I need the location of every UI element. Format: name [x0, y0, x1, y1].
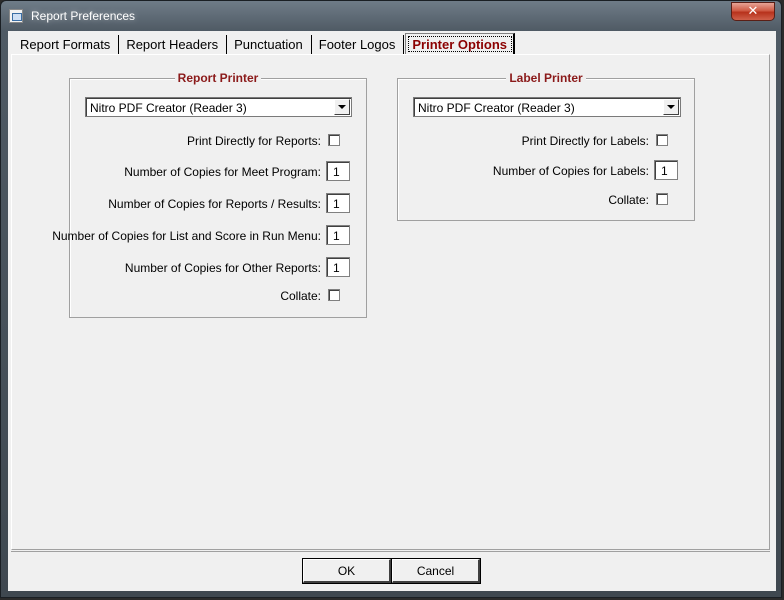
copies-reports-results-input[interactable]: 1: [326, 193, 350, 213]
tab-report-headers[interactable]: Report Headers: [120, 35, 228, 55]
print-directly-labels-checkbox[interactable]: [656, 134, 668, 146]
dialog-client-area: Report Formats Report Headers Punctuatio…: [8, 31, 776, 591]
collate-labels-checkbox[interactable]: [656, 193, 668, 205]
label-printer-select[interactable]: Nitro PDF Creator (Reader 3): [413, 97, 681, 117]
tab-report-formats[interactable]: Report Formats: [14, 35, 120, 55]
copies-labels-input[interactable]: 1: [654, 160, 678, 180]
copies-meet-program-input[interactable]: 1: [326, 161, 350, 181]
tab-footer-logos[interactable]: Footer Logos: [313, 35, 405, 55]
dropdown-arrow-icon[interactable]: [663, 99, 679, 115]
window-app-icon: [9, 9, 23, 23]
report-printer-select[interactable]: Nitro PDF Creator (Reader 3): [85, 97, 352, 117]
title-bar[interactable]: Report Preferences ✕: [1, 1, 781, 31]
dialog-button-bar: OK Cancel: [11, 551, 770, 587]
print-directly-reports-label: Print Directly for Reports:: [186, 134, 321, 148]
collate-reports-checkbox[interactable]: [328, 289, 340, 301]
close-button[interactable]: ✕: [731, 2, 775, 21]
copies-list-score-input[interactable]: 1: [326, 225, 350, 245]
ok-button[interactable]: OK: [303, 559, 391, 583]
copies-other-reports-input[interactable]: 1: [326, 257, 350, 277]
window-title: Report Preferences: [31, 9, 136, 23]
label-printer-value: Nitro PDF Creator (Reader 3): [418, 101, 575, 115]
collate-labels-label: Collate:: [608, 193, 649, 207]
copies-other-reports-label: Number of Copies for Other Reports:: [124, 261, 321, 275]
tab-punctuation[interactable]: Punctuation: [228, 35, 312, 55]
dropdown-arrow-icon[interactable]: [334, 99, 350, 115]
copies-labels-label: Number of Copies for Labels:: [492, 164, 649, 178]
report-printer-group: Report Printer Nitro PDF Creator (Reader…: [52, 71, 367, 318]
print-directly-reports-checkbox[interactable]: [328, 134, 340, 146]
tab-strip: Report Formats Report Headers Punctuatio…: [14, 33, 516, 55]
collate-reports-label: Collate:: [280, 289, 321, 303]
report-printer-value: Nitro PDF Creator (Reader 3): [90, 101, 247, 115]
label-printer-title: Label Printer: [506, 71, 586, 85]
printer-options-panel: Report Printer Nitro PDF Creator (Reader…: [11, 54, 770, 550]
copies-reports-results-label: Number of Copies for Reports / Results:: [108, 197, 321, 211]
report-preferences-window: Report Preferences ✕ Report Formats Repo…: [0, 0, 782, 598]
copies-meet-program-label: Number of Copies for Meet Program:: [124, 165, 321, 179]
label-printer-group: Label Printer Nitro PDF Creator (Reader …: [397, 71, 695, 221]
report-printer-title: Report Printer: [174, 71, 262, 85]
cancel-button[interactable]: Cancel: [392, 559, 480, 583]
copies-list-score-label: Number of Copies for List and Score in R…: [52, 229, 321, 243]
tab-printer-options[interactable]: Printer Options: [405, 33, 515, 55]
print-directly-labels-label: Print Directly for Labels:: [521, 134, 649, 148]
